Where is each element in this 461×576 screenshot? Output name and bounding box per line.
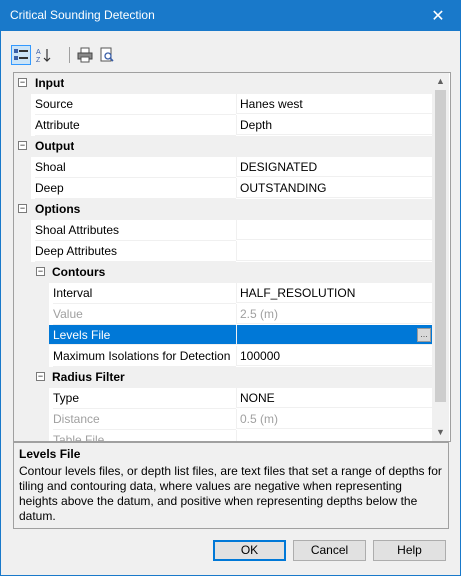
property-value[interactable] xyxy=(236,220,432,240)
print-icon[interactable] xyxy=(75,45,95,65)
help-panel: Levels File Contour levels files, or dep… xyxy=(13,442,449,529)
collapse-icon[interactable]: − xyxy=(18,204,27,213)
category-input[interactable]: − Input xyxy=(14,73,432,94)
help-button[interactable]: Help xyxy=(373,540,446,561)
property-row-attribute[interactable]: Attribute Depth xyxy=(14,115,432,136)
scroll-thumb[interactable] xyxy=(435,90,446,402)
property-grid[interactable]: − Input Source Hanes west Attribute Dept… xyxy=(13,72,451,442)
property-name: Interval xyxy=(53,283,236,304)
property-value[interactable]: 100000 xyxy=(236,346,432,366)
title-bar[interactable]: Critical Sounding Detection ✕ xyxy=(1,1,460,31)
window-title: Critical Sounding Detection xyxy=(10,8,155,22)
category-label: Output xyxy=(35,139,75,153)
scroll-up-icon[interactable]: ▲ xyxy=(432,73,449,90)
alphabetical-sort-icon[interactable]: AZ xyxy=(33,45,53,65)
collapse-icon[interactable]: − xyxy=(36,372,45,381)
property-value[interactable]: DESIGNATED xyxy=(236,157,432,177)
browse-button[interactable]: ... xyxy=(417,328,431,342)
property-row-table-file: Table File xyxy=(14,430,432,441)
property-row-value: Value 2.5 (m) xyxy=(14,304,432,325)
property-row-max-isolations[interactable]: Maximum Isolations for Detection 100000 xyxy=(14,346,432,367)
collapse-icon[interactable]: − xyxy=(18,78,27,87)
property-name: Value xyxy=(53,304,236,325)
property-value[interactable]: OUTSTANDING xyxy=(236,178,432,198)
property-name: Maximum Isolations for Detection xyxy=(53,346,236,367)
category-label: Contours xyxy=(52,265,106,279)
collapse-icon[interactable]: − xyxy=(36,267,45,276)
property-value xyxy=(236,430,432,441)
property-value[interactable]: Depth xyxy=(236,115,432,135)
property-name: Deep xyxy=(35,178,236,199)
property-name: Attribute xyxy=(35,115,236,136)
property-row-shoal[interactable]: Shoal DESIGNATED xyxy=(14,157,432,178)
print-preview-icon[interactable] xyxy=(97,45,117,65)
svg-text:Z: Z xyxy=(36,57,41,63)
property-value[interactable] xyxy=(236,325,432,345)
property-name: Shoal Attributes xyxy=(35,220,236,241)
property-row-levels-file[interactable]: Levels File ... xyxy=(14,325,432,346)
ok-button[interactable]: OK xyxy=(213,540,286,561)
property-value[interactable] xyxy=(236,241,432,261)
property-value: 0.5 (m) xyxy=(236,409,432,429)
property-name: Type xyxy=(53,388,236,409)
category-label: Input xyxy=(35,76,65,90)
property-value: 2.5 (m) xyxy=(236,304,432,324)
toolbar-separator xyxy=(69,47,70,63)
help-title: Levels File xyxy=(19,447,81,461)
category-options[interactable]: − Options xyxy=(14,199,432,220)
property-name: Deep Attributes xyxy=(35,241,236,262)
property-name: Source xyxy=(35,94,236,115)
property-row-deep[interactable]: Deep OUTSTANDING xyxy=(14,178,432,199)
close-icon[interactable]: ✕ xyxy=(416,1,460,31)
property-value[interactable]: Hanes west xyxy=(236,94,432,114)
property-row-deep-attributes[interactable]: Deep Attributes xyxy=(14,241,432,262)
property-name: Table File xyxy=(53,430,236,441)
collapse-icon[interactable]: − xyxy=(18,141,27,150)
help-description: Contour levels files, or depth list file… xyxy=(19,464,442,523)
category-output[interactable]: − Output xyxy=(14,136,432,157)
category-contours[interactable]: − Contours xyxy=(14,262,432,283)
vertical-scrollbar[interactable]: ▲ ▼ xyxy=(432,73,449,441)
property-row-source[interactable]: Source Hanes west xyxy=(14,94,432,115)
property-row-shoal-attributes[interactable]: Shoal Attributes xyxy=(14,220,432,241)
category-radius-filter[interactable]: − Radius Filter xyxy=(14,367,432,388)
property-value[interactable]: HALF_RESOLUTION xyxy=(236,283,432,303)
svg-text:A: A xyxy=(36,49,41,56)
scroll-down-icon[interactable]: ▼ xyxy=(432,424,449,441)
dialog-window: Critical Sounding Detection ✕ AZ − Input… xyxy=(0,0,461,576)
property-name: Levels File xyxy=(49,325,236,345)
categorized-view-icon[interactable] xyxy=(11,45,31,65)
property-name: Shoal xyxy=(35,157,236,178)
property-name: Distance xyxy=(53,409,236,430)
category-label: Options xyxy=(35,202,81,216)
property-value[interactable]: NONE xyxy=(236,388,432,408)
category-label: Radius Filter xyxy=(52,370,125,384)
cancel-button[interactable]: Cancel xyxy=(293,540,366,561)
property-row-type[interactable]: Type NONE xyxy=(14,388,432,409)
property-row-interval[interactable]: Interval HALF_RESOLUTION xyxy=(14,283,432,304)
property-row-distance: Distance 0.5 (m) xyxy=(14,409,432,430)
